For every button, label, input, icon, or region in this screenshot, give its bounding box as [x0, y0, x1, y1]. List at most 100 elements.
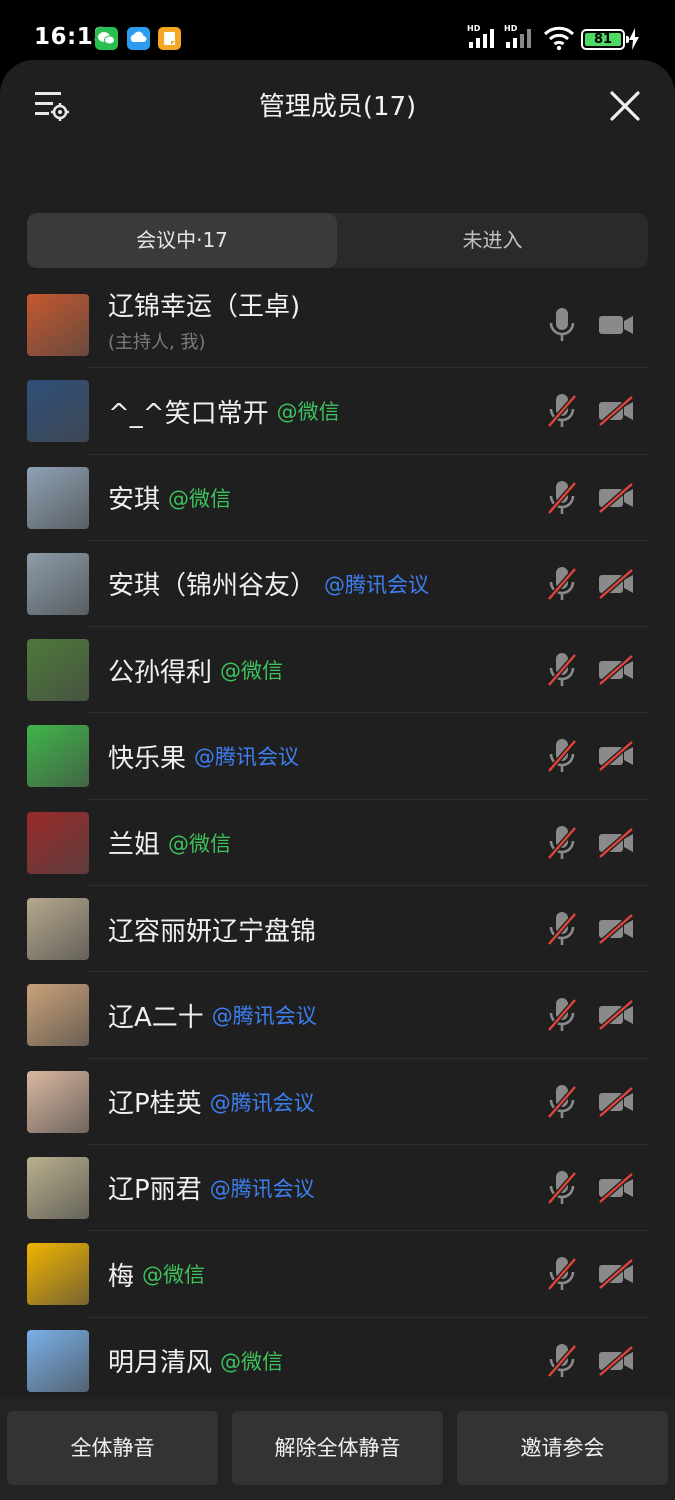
member-name: 梅 [108, 1261, 135, 1292]
member-name-line: 辽锦幸运（王卓) (主持人, 我) [108, 288, 300, 354]
member-name: 公孙得利 [108, 657, 213, 688]
member-avatar [27, 1070, 89, 1133]
member-name: 辽P桂英 [108, 1089, 202, 1120]
member-name: 辽容丽妍辽宁盘锦 [108, 916, 317, 947]
member-name-line: ^_^笑口常开 @微信 [108, 368, 340, 454]
member-name: 安琪 [108, 485, 161, 516]
member-avatar [27, 1329, 89, 1392]
member-list: 辽锦幸运（王卓) (主持人, 我) ^_^笑口常开 @微信 安琪 @微信 安琪（锦州谷友） @… [0, 282, 675, 1404]
member-row[interactable]: 快乐果 @腾讯会议 [0, 713, 675, 800]
wechat-icon [95, 27, 118, 50]
member-source-tag: @微信 [168, 486, 232, 511]
status-bar: 16:18 HD HD 81 [0, 0, 675, 62]
camera-off-icon[interactable] [597, 998, 635, 1032]
member-name-line: 快乐果 @腾讯会议 [108, 713, 299, 799]
member-row[interactable]: 兰姐 @微信 [0, 800, 675, 887]
member-source-tag: @腾讯会议 [194, 745, 300, 770]
mic-icon[interactable] [545, 306, 579, 344]
member-name-line: 明月清风 @微信 [108, 1318, 283, 1404]
member-name: 快乐果 [108, 743, 187, 774]
member-avatar [27, 1156, 89, 1219]
battery-icon: 81 [581, 29, 629, 50]
charging-icon [628, 28, 640, 54]
tab-not-joined[interactable]: 未进入 [337, 213, 648, 268]
member-row[interactable]: 辽P桂英 @腾讯会议 [0, 1059, 675, 1145]
member-name-line: 辽P丽君 @腾讯会议 [108, 1145, 315, 1231]
signal-hd-label: HD [467, 24, 481, 33]
mic-muted-icon[interactable] [545, 479, 579, 517]
close-icon[interactable] [607, 88, 643, 124]
mic-muted-icon[interactable] [545, 737, 579, 775]
member-avatar [27, 898, 89, 961]
member-source-tag: @微信 [220, 659, 284, 684]
mic-muted-icon[interactable] [545, 910, 579, 948]
member-source-tag: @微信 [142, 1263, 206, 1288]
member-row[interactable]: 辽A二十 @腾讯会议 [0, 972, 675, 1059]
camera-off-icon[interactable] [597, 1085, 635, 1119]
mic-muted-icon[interactable] [545, 565, 579, 603]
member-avatar [27, 725, 89, 788]
member-name-line: 辽A二十 @腾讯会议 [108, 972, 317, 1058]
camera-off-icon[interactable] [597, 826, 635, 860]
mic-muted-icon[interactable] [545, 824, 579, 862]
signal-icon: HD [467, 24, 499, 53]
camera-off-icon[interactable] [597, 739, 635, 773]
member-row[interactable]: 安琪（锦州谷友） @腾讯会议 [0, 541, 675, 628]
member-avatar [27, 466, 89, 529]
camera-off-icon[interactable] [597, 1171, 635, 1205]
member-row[interactable]: ^_^笑口常开 @微信 [0, 368, 675, 455]
member-name-line: 兰姐 @微信 [108, 800, 231, 886]
mic-muted-icon[interactable] [545, 1342, 579, 1380]
member-name: ^_^笑口常开 [108, 398, 269, 429]
camera-off-icon[interactable] [597, 567, 635, 601]
action-bar: 全体静音 解除全体静音 邀请参会 [0, 1397, 675, 1500]
member-row[interactable]: 明月清风 @微信 [0, 1318, 675, 1404]
camera-off-icon[interactable] [597, 653, 635, 687]
camera-off-icon[interactable] [597, 912, 635, 946]
tab-in-meeting[interactable]: 会议中·17 [27, 213, 337, 268]
member-avatar [27, 294, 89, 356]
cloud-app-icon [127, 27, 150, 50]
camera-off-icon[interactable] [597, 394, 635, 428]
member-row[interactable]: 公孙得利 @微信 [0, 627, 675, 714]
member-name: 辽P丽君 [108, 1175, 202, 1206]
mic-muted-icon[interactable] [545, 651, 579, 689]
member-row[interactable]: 安琪 @微信 [0, 455, 675, 541]
mute-all-button[interactable]: 全体静音 [7, 1411, 218, 1485]
member-source-tag: @腾讯会议 [209, 1176, 315, 1201]
member-avatar [27, 639, 89, 702]
member-role-label: (主持人, 我) [108, 332, 206, 353]
mic-muted-icon[interactable] [545, 1255, 579, 1293]
camera-icon[interactable] [597, 308, 635, 342]
mic-muted-icon[interactable] [545, 1083, 579, 1121]
member-row[interactable]: 辽容丽妍辽宁盘锦 [0, 886, 675, 973]
sheet-header: 管理成员(17) [0, 60, 675, 150]
unmute-all-button[interactable]: 解除全体静音 [232, 1411, 443, 1485]
wifi-icon [543, 25, 575, 55]
member-source-tag: @腾讯会议 [211, 1004, 317, 1029]
member-row[interactable]: 梅 @微信 [0, 1231, 675, 1318]
member-name: 辽锦幸运（王卓) [108, 292, 301, 322]
member-row[interactable]: 辽P丽君 @腾讯会议 [0, 1145, 675, 1232]
camera-off-icon[interactable] [597, 481, 635, 515]
member-row[interactable]: 辽锦幸运（王卓) (主持人, 我) [0, 282, 675, 369]
member-source-tag: @微信 [168, 831, 232, 856]
mic-muted-icon[interactable] [545, 996, 579, 1034]
member-source-tag: @腾讯会议 [324, 572, 430, 597]
member-name-line: 辽容丽妍辽宁盘锦 [108, 886, 316, 972]
member-tabs: 会议中·17 未进入 [27, 213, 648, 268]
member-source-tag: @腾讯会议 [209, 1090, 315, 1115]
member-avatar [27, 1243, 89, 1306]
camera-off-icon[interactable] [597, 1344, 635, 1378]
member-avatar [27, 811, 89, 874]
member-source-tag: @微信 [220, 1349, 284, 1374]
member-name-line: 安琪 @微信 [108, 455, 231, 541]
invite-button[interactable]: 邀请参会 [457, 1411, 668, 1485]
mic-muted-icon[interactable] [545, 392, 579, 430]
signal-hd-label-2: HD [504, 24, 518, 33]
member-avatar [27, 552, 89, 615]
mic-muted-icon[interactable] [545, 1169, 579, 1207]
camera-off-icon[interactable] [597, 1257, 635, 1291]
member-avatar [27, 984, 89, 1047]
member-source-tag: @微信 [276, 400, 340, 425]
